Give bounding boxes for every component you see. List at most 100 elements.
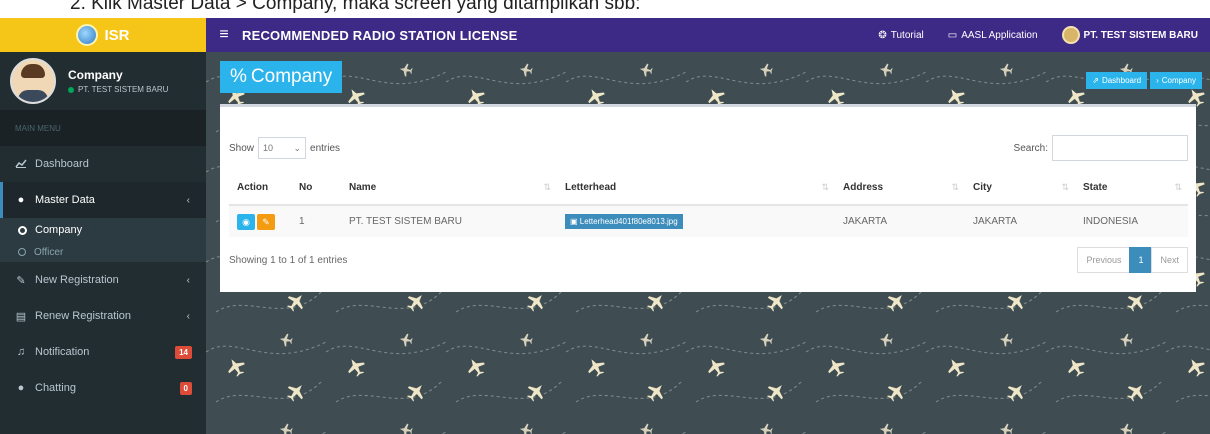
sidebar-subitem-label: Officer xyxy=(34,246,64,258)
sidebar: ISR Company PT. TEST SISTEM BARU MAIN ME… xyxy=(0,18,206,434)
brand-logo-text: ISR xyxy=(104,26,130,44)
circle-outline-icon xyxy=(18,225,27,235)
entries-label: entries xyxy=(310,142,341,154)
page-title-text: Company xyxy=(250,66,333,87)
table-row: ◉ ✎ 1 PT. TEST SISTEM BARU ▣ Letterhead40… xyxy=(229,205,1188,237)
sidebar-item-label: Chatting xyxy=(35,382,76,394)
sidebar-item-label: Notification xyxy=(35,346,90,358)
user-name: Company xyxy=(68,68,123,82)
app-title: RECOMMENDED RADIO STATION LICENSE xyxy=(242,27,518,43)
brand-logo[interactable]: ISR xyxy=(0,18,206,52)
chart-line-icon xyxy=(15,158,27,171)
breadcrumb-label: Dashboard xyxy=(1101,76,1142,85)
sidebar-item-chatting[interactable]: ● Chatting 0 xyxy=(0,370,206,406)
notification-badge: 14 xyxy=(175,345,192,359)
breadcrumb-label: Company xyxy=(1161,76,1196,85)
letterhead-filename: Letterhead401f80e8013.jpg xyxy=(579,217,678,226)
sort-icon: ⇅ xyxy=(543,182,551,192)
company-table-box: Show 10 ⌄ entries Search: Action No Name… xyxy=(220,104,1196,292)
caption-text: 2. Klik Master Data > Company, maka scre… xyxy=(70,0,641,14)
chevron-left-icon: ‹ xyxy=(186,274,190,286)
chevron-right-icon: › xyxy=(1156,76,1159,85)
pagination-next[interactable]: Next xyxy=(1151,247,1188,273)
breadcrumb-company: › Company xyxy=(1150,72,1202,89)
letterhead-file-link[interactable]: ▣ Letterhead401f80e8013.jpg xyxy=(565,214,683,229)
chevron-left-icon: ‹ xyxy=(186,194,190,206)
bell-icon: ♫ xyxy=(16,346,26,358)
entries-length-value: 10 xyxy=(263,143,274,153)
sidebar-item-label: Dashboard xyxy=(35,158,89,170)
table-info: Showing 1 to 1 of 1 entries xyxy=(229,255,348,266)
pagination-previous[interactable]: Previous xyxy=(1077,247,1131,273)
sidebar-item-master-data[interactable]: ● Master Data ‹ xyxy=(0,182,206,218)
sidebar-item-dashboard[interactable]: Dashboard xyxy=(0,146,206,182)
table-header-row: Action No Name ⇅ Letterhead ⇅ Address ⇅ Cit… xyxy=(229,171,1188,206)
file-edit-icon: ✎ xyxy=(16,274,26,287)
question-circle-icon: ❂ xyxy=(878,29,887,41)
laptop-icon: ▭ xyxy=(947,29,958,41)
view-button[interactable]: ◉ xyxy=(237,213,255,230)
eye-icon: ◉ xyxy=(242,216,250,227)
search-input[interactable] xyxy=(1052,135,1188,161)
column-header-name[interactable]: Name ⇅ xyxy=(341,171,557,206)
main-content: % Company ⇗ Dashboard › Company Show 10 … xyxy=(206,52,1210,434)
tutorial-label: Tutorial xyxy=(890,29,924,41)
aasl-application-link[interactable]: ▭ AASL Application xyxy=(948,30,1038,41)
user-status: PT. TEST SISTEM BARU xyxy=(68,85,168,94)
online-status-icon xyxy=(68,86,74,93)
company-table: Action No Name ⇅ Letterhead ⇅ Address ⇅ Cit… xyxy=(229,171,1188,237)
page-title: % Company xyxy=(220,61,343,93)
sidebar-item-label: Renew Registration xyxy=(35,310,131,322)
chevron-down-icon: ⌄ xyxy=(293,142,302,153)
chat-icon: ● xyxy=(17,382,25,394)
column-header-address[interactable]: Address ⇅ xyxy=(835,171,965,206)
sort-icon: ⇅ xyxy=(1061,182,1069,192)
column-header-letterhead[interactable]: Letterhead ⇅ xyxy=(557,171,835,206)
show-label: Show xyxy=(229,142,255,154)
image-file-icon: ▣ xyxy=(570,217,578,226)
entries-length-select[interactable]: 10 ⌄ xyxy=(258,137,307,159)
company-emblem-icon xyxy=(1061,26,1080,44)
cell-address: JAKARTA xyxy=(835,205,965,237)
sidebar-subitem-officer[interactable]: Officer xyxy=(0,242,206,262)
sidebar-item-notification[interactable]: ♫ Notification 14 xyxy=(0,334,206,370)
action-cell: ◉ ✎ xyxy=(229,205,291,237)
sidebar-item-renew-registration[interactable]: ▤ Renew Registration ‹ xyxy=(0,298,206,334)
column-header-no[interactable]: No xyxy=(291,171,341,206)
search-label: Search: xyxy=(1013,142,1048,154)
search-wrap: Search: xyxy=(1014,135,1188,161)
column-header-state[interactable]: State ⇅ xyxy=(1075,171,1188,206)
user-panel: Company PT. TEST SISTEM BARU xyxy=(0,52,206,110)
column-header-action: Action xyxy=(229,171,291,206)
tutorial-link[interactable]: ❂ Tutorial xyxy=(878,30,923,41)
cell-no: 1 xyxy=(291,205,341,237)
edit-button[interactable]: ✎ xyxy=(257,213,275,230)
circle-outline-icon xyxy=(18,248,26,256)
user-company: PT. TEST SISTEM BARU xyxy=(78,85,169,94)
column-header-city[interactable]: City ⇅ xyxy=(965,171,1075,206)
navbar-right: ❂ Tutorial ▭ AASL Application PT. TEST S… xyxy=(878,26,1210,44)
pagination: Previous 1 Next xyxy=(1077,247,1188,273)
sort-icon: ⇅ xyxy=(821,182,829,192)
circle-icon: ● xyxy=(17,194,25,206)
app-window: ISR Company PT. TEST SISTEM BARU MAIN ME… xyxy=(0,18,1210,434)
sidebar-item-label: Master Data xyxy=(35,194,95,206)
user-menu-label: PT. TEST SISTEM BARU xyxy=(1083,29,1198,41)
hamburger-menu-icon[interactable]: ≡ xyxy=(206,26,242,44)
top-navbar: ≡ RECOMMENDED RADIO STATION LICENSE ❂ Tu… xyxy=(206,18,1210,52)
breadcrumb: ⇗ Dashboard › Company xyxy=(1086,72,1202,89)
pagination-page-1[interactable]: 1 xyxy=(1129,247,1153,273)
sidebar-item-new-registration[interactable]: ✎ New Registration ‹ xyxy=(0,262,206,298)
avatar xyxy=(10,58,56,104)
user-menu[interactable]: PT. TEST SISTEM BARU xyxy=(1061,26,1198,44)
submenu-master-data: Company Officer xyxy=(0,218,206,262)
globe-icon xyxy=(76,24,99,46)
file-icon: ▤ xyxy=(15,310,27,323)
sidebar-subitem-label: Company xyxy=(35,224,83,236)
sidebar-subitem-company[interactable]: Company xyxy=(0,218,206,242)
cell-name: PT. TEST SISTEM BARU xyxy=(341,205,557,237)
breadcrumb-dashboard[interactable]: ⇗ Dashboard xyxy=(1086,72,1148,89)
aasl-label: AASL Application xyxy=(961,29,1038,41)
sidebar-item-label: New Registration xyxy=(35,274,119,286)
cell-letterhead: ▣ Letterhead401f80e8013.jpg xyxy=(557,205,835,237)
